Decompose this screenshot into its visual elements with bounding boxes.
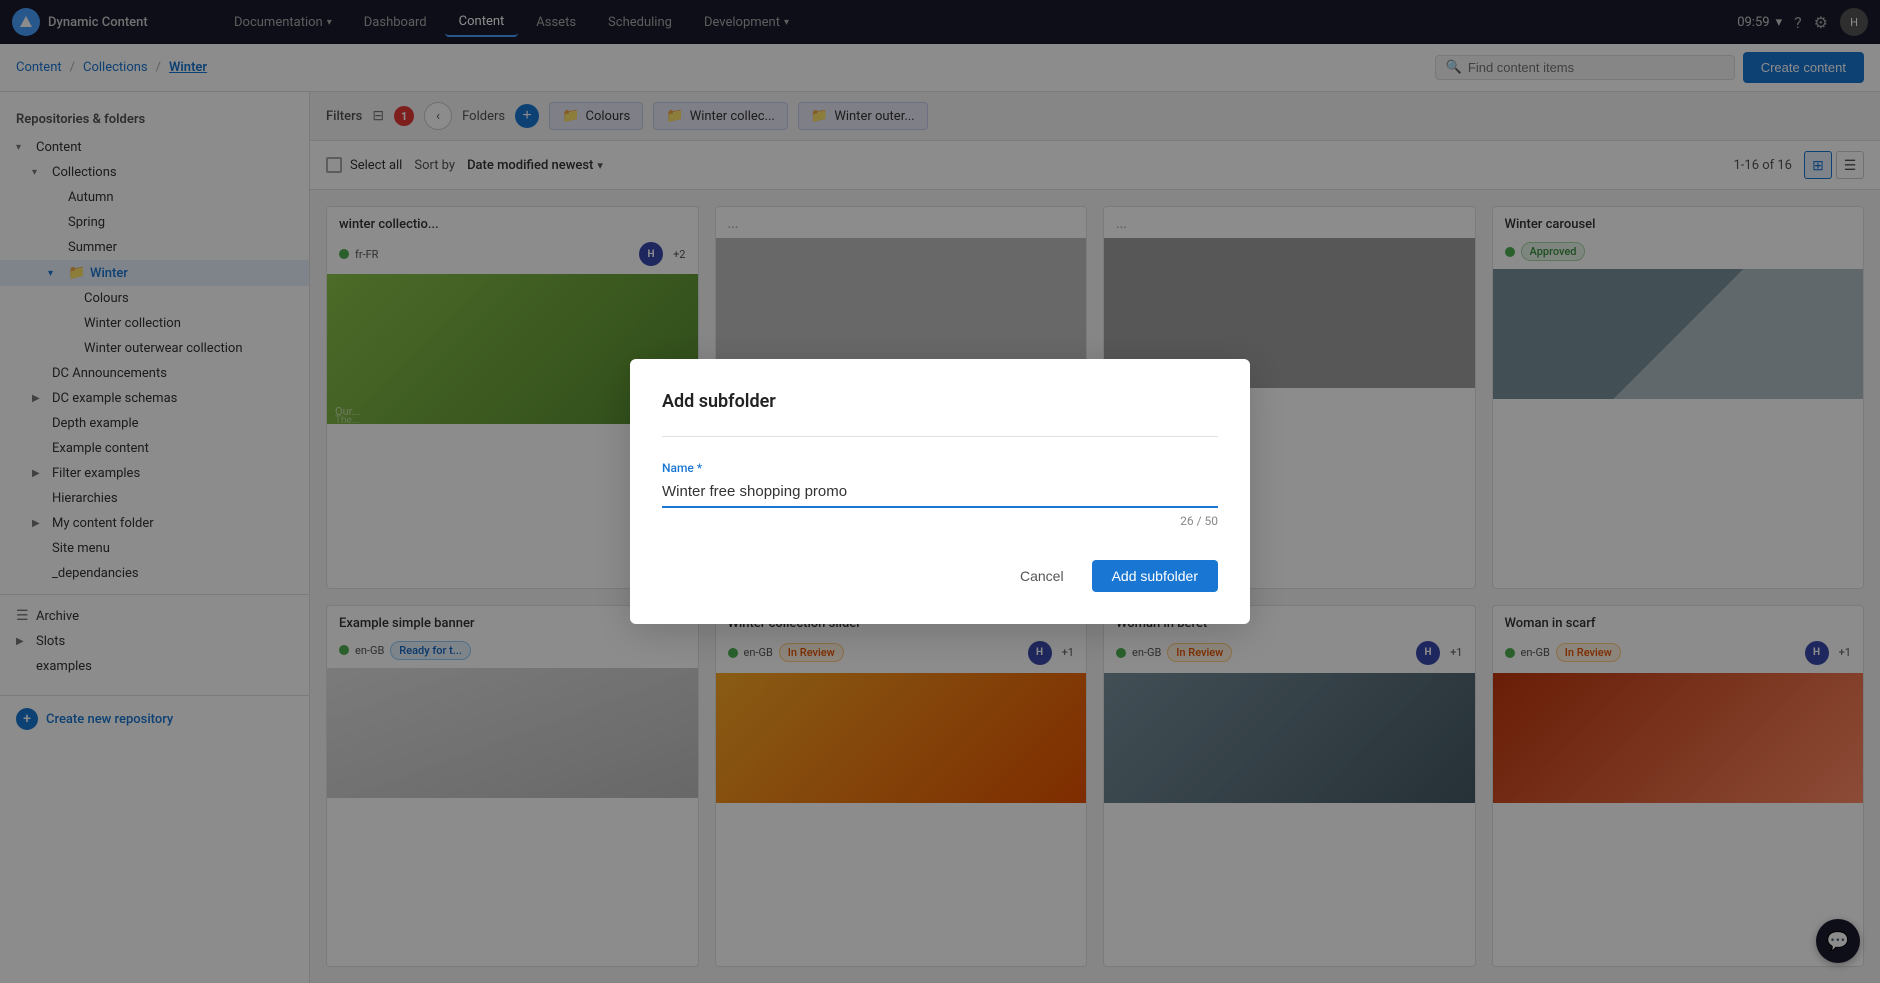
modal-name-field: Name * 26 / 50 — [662, 461, 1218, 528]
modal-actions: Cancel Add subfolder — [662, 560, 1218, 592]
add-subfolder-modal: Add subfolder Name * 26 / 50 Cancel Add … — [630, 359, 1250, 624]
add-subfolder-button[interactable]: Add subfolder — [1092, 560, 1218, 592]
cancel-button[interactable]: Cancel — [1004, 560, 1080, 592]
name-field-label: Name * — [662, 461, 1218, 475]
modal-title: Add subfolder — [662, 391, 1218, 412]
character-counter: 26 / 50 — [662, 514, 1218, 528]
modal-overlay[interactable]: Add subfolder Name * 26 / 50 Cancel Add … — [0, 0, 1880, 983]
subfolder-name-input[interactable] — [662, 479, 1218, 508]
